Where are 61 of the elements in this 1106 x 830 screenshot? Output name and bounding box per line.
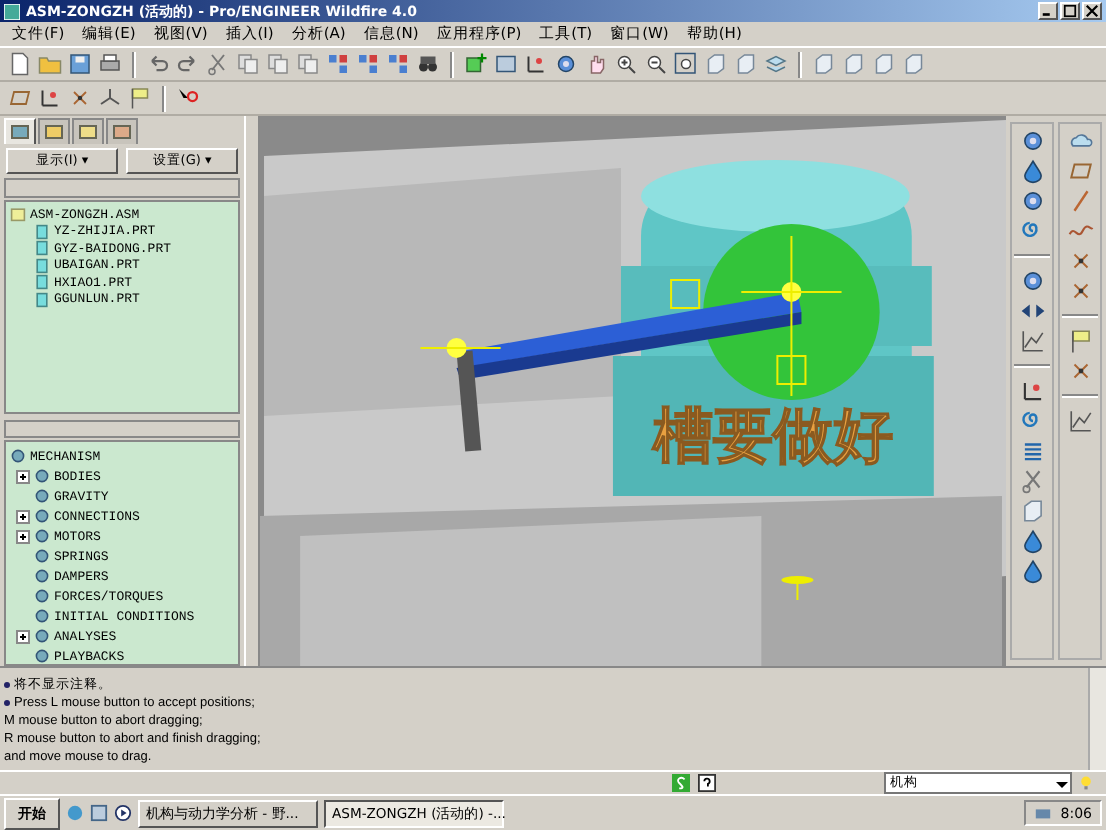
drop-icon[interactable] xyxy=(1019,528,1045,555)
scissors-icon[interactable] xyxy=(1019,468,1045,495)
navigator-tab[interactable] xyxy=(38,118,70,145)
scissors-icon[interactable] xyxy=(206,52,230,77)
coordinate-system-icon[interactable] xyxy=(98,86,122,111)
zoom-out-icon[interactable] xyxy=(644,52,668,77)
close-icon xyxy=(1084,4,1100,19)
axis-icon[interactable] xyxy=(524,52,548,77)
maximize-icon xyxy=(1062,4,1078,19)
maximize-button[interactable] xyxy=(1060,2,1080,21)
cube-plus-icon[interactable] xyxy=(464,52,488,77)
cube-icon[interactable] xyxy=(842,52,866,77)
embossed-model-text: 槽要做好 xyxy=(653,402,894,473)
layers-icon[interactable] xyxy=(764,52,788,77)
help-button[interactable] xyxy=(698,773,718,794)
scrollbar[interactable] xyxy=(1088,668,1106,771)
undo-icon[interactable] xyxy=(146,52,170,77)
zoom-in-icon[interactable] xyxy=(614,52,638,77)
printer-icon[interactable] xyxy=(98,52,122,77)
expand-icon[interactable] xyxy=(16,509,30,523)
expand-icon[interactable] xyxy=(16,629,30,643)
navigator-tab[interactable] xyxy=(72,118,104,145)
binoculars-icon[interactable] xyxy=(416,52,440,77)
graph-icon[interactable] xyxy=(1067,408,1093,435)
minimize-button[interactable] xyxy=(1038,2,1058,21)
expand-icon[interactable] xyxy=(16,469,30,483)
navigator-tab[interactable] xyxy=(106,118,138,145)
network-icon xyxy=(1034,804,1053,823)
redo-icon[interactable] xyxy=(176,52,200,77)
splitter[interactable] xyxy=(244,116,260,667)
expand-icon[interactable] xyxy=(16,529,30,543)
drop-icon[interactable] xyxy=(1019,158,1045,185)
flag-icon[interactable] xyxy=(128,86,152,111)
copy-icon[interactable] xyxy=(236,52,260,77)
spring-icon[interactable] xyxy=(1019,438,1045,465)
copy-icon[interactable] xyxy=(296,52,320,77)
lightbulb-icon xyxy=(1078,774,1094,793)
assembly-icon xyxy=(10,206,26,223)
cube-icon[interactable] xyxy=(734,52,758,77)
panel-icon xyxy=(10,122,30,143)
panel-icon xyxy=(78,122,98,143)
panel-icon xyxy=(44,122,64,143)
window-icon[interactable] xyxy=(90,804,108,823)
cube-icon[interactable] xyxy=(812,52,836,77)
play-icon[interactable] xyxy=(114,804,132,823)
axis-icon[interactable] xyxy=(1019,378,1045,405)
save-icon[interactable] xyxy=(68,52,92,77)
zoom-window-icon[interactable] xyxy=(674,52,698,77)
app-icon xyxy=(4,3,20,20)
drop-icon[interactable] xyxy=(1019,558,1045,585)
copy-icon[interactable] xyxy=(266,52,290,77)
panel-icon xyxy=(112,122,132,143)
mechanism-icon xyxy=(10,448,26,464)
new-file-icon[interactable] xyxy=(8,52,32,77)
axis-icon[interactable] xyxy=(38,86,62,111)
cube-icon[interactable] xyxy=(902,52,926,77)
cube-icon[interactable] xyxy=(872,52,896,77)
close-button[interactable] xyxy=(1082,2,1102,21)
graph-icon[interactable] xyxy=(1019,328,1045,355)
flag-icon[interactable] xyxy=(1067,328,1093,355)
cube-icon[interactable] xyxy=(1019,498,1045,525)
